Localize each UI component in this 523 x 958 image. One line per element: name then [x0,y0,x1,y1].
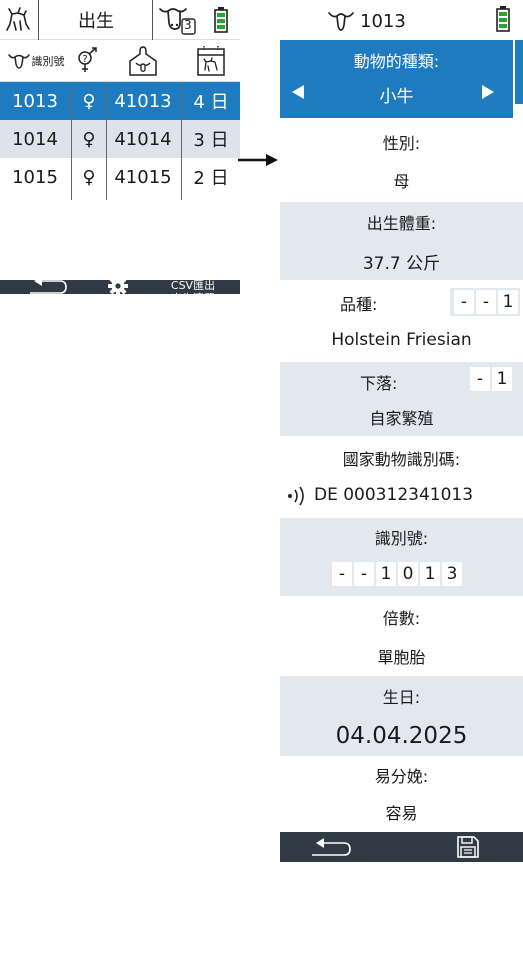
ear-tag-icon[interactable] [106,40,180,82]
cow-count-icon[interactable]: 3 [154,0,202,40]
csv-export-line1: CSV匯出 [170,279,216,292]
list-header: 出生 3 [0,0,240,40]
back-arrow-icon[interactable] [310,836,354,858]
ident-digit[interactable]: 1 [420,562,440,586]
origin-value: 自家繁殖 [280,398,523,436]
calving-ease-label: 易分娩: [374,767,429,786]
sex-label: 性別: [382,134,421,153]
svg-text:?: ? [82,54,87,65]
sex-value[interactable]: 母 [280,160,523,200]
cell-tag: 41014 [114,128,172,150]
cell-age: 3 日 [193,130,229,151]
origin-row[interactable]: 下落: - 1 [280,362,523,398]
csv-export-button[interactable]: CSV匯出 出生清單 [150,279,236,305]
animal-detail-screen: 1013 動物的種類: 小牛 性別: 母 出生體重: 37.7 公斤 品種: -… [280,0,523,862]
save-floppy-icon[interactable] [456,835,480,859]
table-row[interactable]: 1015 ♀ 41015 2 日 [0,158,240,196]
national-id-value: DE 000312341013 [314,485,474,505]
battery-icon [206,0,236,40]
calf-birth-icon[interactable] [0,0,38,40]
cell-tag: 41015 [114,166,172,188]
table-row[interactable]: 1014 ♀ 41014 3 日 [0,120,240,158]
calendar-age-icon[interactable] [182,40,240,82]
calving-ease-value[interactable]: 容易 [280,794,523,830]
table-row[interactable]: 1013 ♀ 41013 4 日 [0,82,240,120]
settings-gear-icon[interactable] [108,276,130,296]
cow-head-icon [7,54,30,69]
ident-digit[interactable]: - [332,562,352,586]
sex-question-icon[interactable]: ? [72,40,104,82]
birth-list-screen: 出生 3 識別號 ? 1013 ♀ 41013 4 日 1014 ♀ 41014… [0,0,240,305]
scrollbar-thumb[interactable] [515,40,523,104]
origin-code-digit[interactable]: 1 [492,367,512,391]
column-header-row: 識別號 ? [0,40,240,82]
rfid-signal-icon[interactable] [286,484,312,508]
ident-digit[interactable]: 1 [376,562,396,586]
cow-head-icon [328,12,354,31]
breed-value: Holstein Friesian [331,330,472,350]
detail-header: 1013 [280,0,523,40]
flow-arrow [238,152,280,168]
birthday-label: 生日: [280,676,523,716]
origin-code-digit[interactable]: - [470,367,490,391]
detail-footer [280,832,523,862]
breed-code-digit[interactable]: 1 [498,290,518,314]
national-id-label: 國家動物識別碼: [342,450,461,469]
species-value: 小牛 [379,87,414,107]
id-column-label: 識別號 [31,55,65,68]
back-arrow-icon[interactable] [28,274,70,296]
national-id-row[interactable]: DE 000312341013 [280,476,523,516]
cell-tag: 41013 [114,90,172,112]
ident-digit[interactable]: 0 [398,562,418,586]
column-header-id[interactable]: 識別號 [0,40,72,82]
cell-sex: ♀ [82,90,96,112]
cell-id: 1015 [12,166,58,188]
list-footer: CSV匯出 出生清單 [0,276,240,305]
birth-weight-value[interactable]: 37.7 公斤 [280,242,523,280]
breed-code-digit[interactable]: - [476,290,496,314]
breed-label: 品種: [340,295,378,314]
cell-age: 4 日 [193,92,229,113]
ident-digit[interactable]: - [354,562,374,586]
cell-sex: ♀ [82,166,96,188]
battery-icon [496,6,510,32]
csv-export-line2: 出生清單 [171,292,215,305]
breed-row[interactable]: 品種: - - 1 [280,282,523,320]
multiples-value[interactable]: 單胞胎 [280,636,523,676]
header-animal-id: 1013 [360,10,406,32]
species-next-arrow-icon[interactable] [480,84,496,100]
cell-sex: ♀ [82,128,96,150]
ident-number-label: 識別號: [280,518,523,556]
cell-id: 1014 [12,128,58,150]
species-label: 動物的種類: [353,52,440,71]
cow-count-badge: 3 [184,18,192,32]
multiples-label: 倍數: [382,609,421,628]
origin-label: 下落: [360,374,398,393]
cell-id: 1013 [12,90,58,112]
species-selector[interactable]: 動物的種類: 小牛 [280,40,513,118]
birthday-value[interactable]: 04.04.2025 [280,716,523,756]
breed-code-digit[interactable]: - [454,290,474,314]
list-title: 出生 [78,11,114,32]
birth-weight-label: 出生體重: [280,202,523,242]
cell-age: 2 日 [193,168,229,189]
ident-digit[interactable]: 3 [442,562,462,586]
ident-number-input[interactable]: - - 1 0 1 3 [280,556,523,596]
